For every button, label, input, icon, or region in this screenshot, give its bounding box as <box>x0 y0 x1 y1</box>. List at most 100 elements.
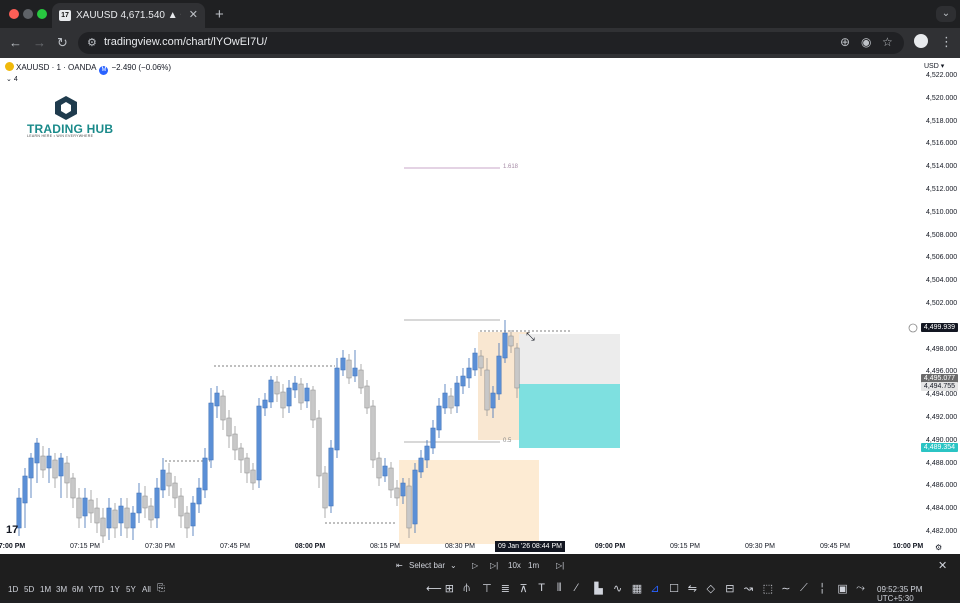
shape-tool-icon[interactable]: ◇ <box>707 582 715 595</box>
zoom-icon[interactable]: ⊕ <box>840 35 850 49</box>
new-tab-button[interactable]: + <box>215 6 224 23</box>
address-bar[interactable]: ⚙ tradingview.com/chart/lYOwEI7U/ ⊕ ◉ ☆ <box>78 32 904 54</box>
reload-icon[interactable]: ↻ <box>57 35 68 51</box>
note-tool-icon[interactable]: ☐ <box>669 582 679 595</box>
window-minimize-button[interactable] <box>23 9 33 19</box>
candle-body <box>496 355 502 395</box>
bookmark-star-icon[interactable]: ☆ <box>882 35 893 49</box>
wave-tool-icon[interactable]: ∼ <box>781 582 790 595</box>
tab-close-icon[interactable]: ✕ <box>189 3 198 28</box>
ruler-tool-icon[interactable]: ▙ <box>594 582 602 595</box>
bottom-toolbar: 1D 5D 1M 3M 6M YTD 1Y 5Y All ⎘ ⟵ ⊞ ⫛ ⊤ ≣ ⊼ T ⫴ ⁄ ▙ ∿ ▦ ⊿ ☐ ⇋ ◇ ⊟… <box>0 578 960 603</box>
ray-tool-icon[interactable]: ⊤ <box>482 582 492 595</box>
range-button-1m[interactable]: 1M <box>40 585 51 594</box>
range-button-6m[interactable]: 6M <box>72 585 83 594</box>
range-button-1y[interactable]: 1Y <box>110 585 120 594</box>
fvg-zone[interactable] <box>399 460 539 544</box>
fib-tool-icon[interactable]: ≣ <box>501 582 510 595</box>
eye-icon[interactable]: ◉ <box>861 35 871 49</box>
jump-to-realtime-icon[interactable]: ▷| <box>556 561 564 570</box>
site-info-icon[interactable]: ⚙ <box>87 36 97 49</box>
time-tick-label: 09:15 PM <box>670 543 700 550</box>
tradingview-logo-icon[interactable]: 17 <box>6 524 18 536</box>
chart-area[interactable]: XAUUSD · 1 · OANDA M −2.490 (−0.06%) ⌄ 4 U… <box>0 58 960 554</box>
close-replay-icon[interactable]: ✕ <box>938 559 947 572</box>
candle-body <box>466 367 472 379</box>
path-tool-icon[interactable]: ⤳ <box>856 582 865 595</box>
candle-body <box>388 467 394 491</box>
candle-body <box>508 335 514 347</box>
date-range-calendar-icon[interactable]: ⎘ <box>157 583 165 594</box>
play-icon[interactable]: ▷ <box>472 561 478 570</box>
curve-tool-icon[interactable]: ↝ <box>744 582 753 595</box>
select-bar-button[interactable]: Select bar <box>409 561 445 570</box>
price-tick-label: 4,502.000 <box>926 300 958 307</box>
image-tool-icon[interactable]: ▣ <box>837 582 847 595</box>
range-button-5y[interactable]: 5Y <box>126 585 136 594</box>
frame-tool-icon[interactable]: ⬚ <box>763 582 773 595</box>
fork-tool-icon[interactable]: ⫛ <box>463 582 470 595</box>
grid-tool-icon[interactable]: ⊞ <box>445 582 454 595</box>
price-tick-label: 4,488.000 <box>926 459 958 467</box>
trendline-tool-icon[interactable]: ⁄ <box>576 582 578 594</box>
range-button-all[interactable]: All <box>142 585 151 594</box>
range-button-1d[interactable]: 1D <box>8 585 18 594</box>
time-tick-label: 10:00 PM <box>892 543 924 550</box>
candle-body <box>472 352 478 371</box>
candle-body <box>226 417 232 437</box>
candle-body <box>502 332 508 359</box>
add-alert-icon[interactable] <box>908 323 918 333</box>
axis-settings-gear-icon[interactable]: ⚙ <box>935 543 942 552</box>
tab-search-chevron-icon[interactable]: ⌄ <box>936 6 956 22</box>
profile-avatar[interactable] <box>914 34 928 48</box>
candle-body <box>352 367 358 377</box>
window-zoom-button[interactable] <box>37 9 47 19</box>
bars-tool-icon[interactable]: ⫴ <box>557 582 562 595</box>
candle-body <box>34 442 40 464</box>
price-tick-label: 4,508.000 <box>926 231 958 239</box>
channel-tool-icon[interactable]: ⊼ <box>520 582 528 595</box>
line-tool-icon[interactable]: ⟵ <box>426 582 442 595</box>
browser-toolbar: ← → ↻ ⚙ tradingview.com/chart/lYOwEI7U/ … <box>0 28 960 58</box>
crosshair-price-label: 4,499.939 <box>921 323 958 332</box>
range-button-5d[interactable]: 5D <box>24 585 34 594</box>
chart-canvas[interactable]: ⤡ <box>0 58 960 554</box>
select-bar-icon[interactable]: ⇤ <box>396 561 403 570</box>
cursor-tool-icon[interactable]: ⊿ <box>650 582 659 595</box>
candle-body <box>208 402 214 461</box>
text-tool-icon[interactable]: T <box>538 582 545 594</box>
back-arrow-icon[interactable]: ← <box>9 35 22 50</box>
price-tick-label: 4,482.000 <box>926 528 958 535</box>
projection-tool-icon[interactable]: ⊟ <box>725 582 734 595</box>
brush-tool-icon[interactable]: ∿ <box>613 582 622 595</box>
arrows-tool-icon[interactable]: ⇋ <box>688 582 697 595</box>
price-tick-label: 4,498.000 <box>926 345 958 353</box>
price-tick-label: 4,492.000 <box>926 414 958 421</box>
pen-tool-icon[interactable]: ⟋ <box>800 582 808 595</box>
time-tick-label: 07:15 PM <box>70 543 100 550</box>
price-tick-label: 4,494.000 <box>926 391 958 399</box>
take-profit-zone[interactable] <box>519 384 620 448</box>
browser-menu-icon[interactable]: ⋮ <box>940 34 953 50</box>
interval-button[interactable]: 1m <box>528 561 539 570</box>
range-button-3m[interactable]: 3M <box>56 585 67 594</box>
select-bar-chevron-icon[interactable]: ⌄ <box>450 561 457 570</box>
forward-arrow-icon[interactable]: → <box>33 35 46 50</box>
table-tool-icon[interactable]: ▦ <box>632 582 642 595</box>
clock-time[interactable]: 09:52:35 PM UTC+5:30 <box>877 585 960 603</box>
candle-body <box>346 359 352 379</box>
candle-body <box>382 465 388 477</box>
candle-body <box>148 505 154 521</box>
window-close-button[interactable] <box>9 9 19 19</box>
price-tick-label: 4,522.000 <box>926 72 958 79</box>
candle-body <box>52 459 58 479</box>
time-tick-label: 07:30 PM <box>145 543 175 550</box>
url-text: tradingview.com/chart/lYOwEI7U/ <box>104 36 268 48</box>
candle-body <box>238 447 244 461</box>
step-forward-icon[interactable]: ▷| <box>490 561 498 570</box>
range-button-ytd[interactable]: YTD <box>88 585 104 594</box>
candle-body <box>370 405 376 461</box>
vertical-line-icon[interactable]: ╎ <box>819 582 826 595</box>
speed-button[interactable]: 10x <box>508 561 521 570</box>
browser-tab-active[interactable]: 17 XAUUSD 4,671.540 ▲ +1.64% ✕ <box>52 3 205 28</box>
